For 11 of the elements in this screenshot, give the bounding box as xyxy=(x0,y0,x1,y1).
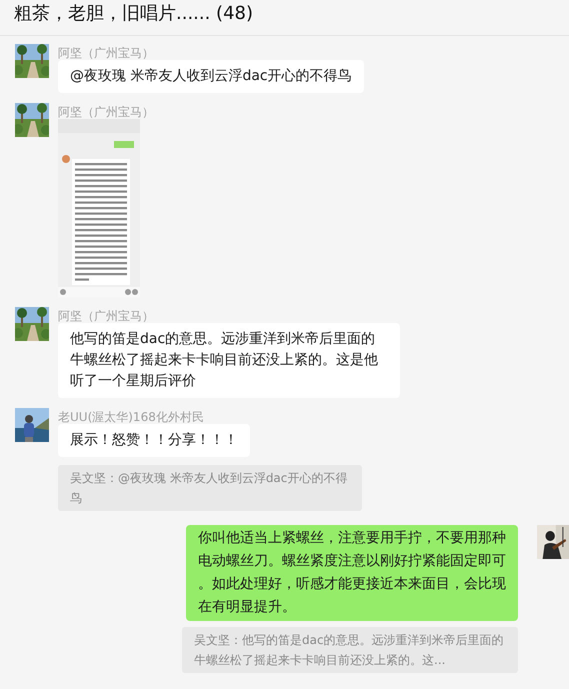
message-bubble: 展示！怒赞！！分享！！！ xyxy=(58,424,250,457)
sender-name: 老UU(渥太华)168化外村民 xyxy=(58,410,204,424)
quoted-message: 吴文坚：@夜玫瑰 米帝友人收到云浮dac开心的不得鸟 xyxy=(58,465,362,511)
message-bubble: @夜玫瑰 米帝友人收到云浮dac开心的不得鸟 xyxy=(58,60,364,93)
chat-title: 粗茶，老胆，旧唱片...... (48) xyxy=(14,3,254,25)
message-bubble: 他写的笛是dac的意思。远涉重洋到米帝后里面的牛螺丝松了摇起来卡卡响目前还没上紧的。这是他听了一个星期后评价 xyxy=(58,323,400,398)
sender-name: 阿坚（广州宝马） xyxy=(58,105,154,119)
message-bubble: 你叫他适当上紧螺丝，注意要用手拧，不要用那种电动螺丝刀。螺丝紧度注意以刚好拧紧能固定即可。如此处理好，听感才能更接近本来面目，会比现在有明显提升。 xyxy=(186,525,518,621)
sender-name: 阿坚（广州宝马） xyxy=(58,46,154,60)
sender-name: 阿坚（广州宝马） xyxy=(58,309,154,323)
quoted-message: 吴文坚：他写的笛是dac的意思。远涉重洋到米帝后里面的牛螺丝松了摇起来卡卡响目前还没上紧的。这... xyxy=(182,627,518,673)
